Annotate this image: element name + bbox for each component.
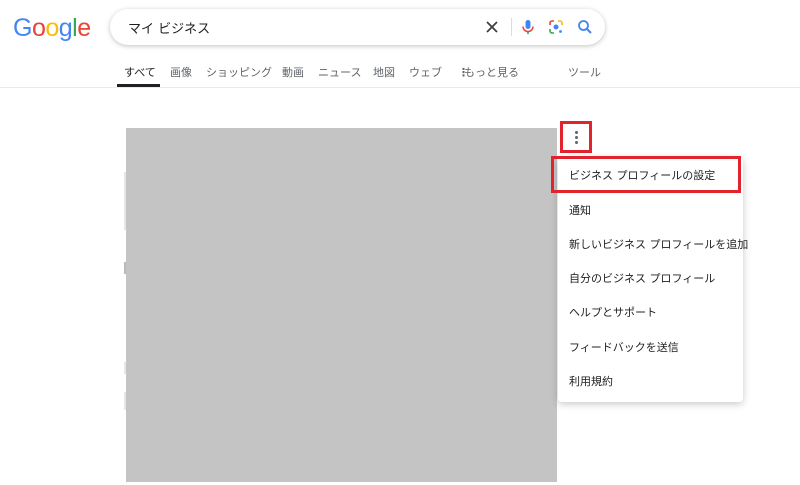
redacted-business-panel: [126, 128, 557, 482]
menu-item-terms[interactable]: 利用規約: [558, 364, 743, 398]
menu-item-help-support[interactable]: ヘルプとサポート: [558, 295, 743, 329]
search-input[interactable]: マイ ビジネス: [128, 18, 210, 37]
logo-letter: g: [58, 14, 73, 42]
menu-item-add-new-profile[interactable]: 新しいビジネス プロフィールを追加: [558, 227, 748, 261]
google-logo[interactable]: Google: [13, 14, 91, 43]
tab-maps[interactable]: 地図: [373, 64, 395, 80]
more-vert-icon-dot: [574, 130, 578, 134]
more-vert-icon-dot: [574, 135, 578, 139]
logo-letter: G: [13, 14, 32, 42]
microphone-icon[interactable]: [518, 17, 538, 37]
menu-item-send-feedback[interactable]: フィードバックを送信: [558, 330, 743, 364]
menu-item-profile-settings[interactable]: ビジネス プロフィールの設定: [558, 158, 743, 192]
logo-letter: e: [77, 14, 91, 42]
more-vert-icon-dot: [574, 140, 578, 144]
tab-shopping[interactable]: ショッピング: [206, 64, 272, 80]
tab-images[interactable]: 画像: [170, 64, 192, 80]
tab-web[interactable]: ウェブ: [409, 64, 442, 80]
tab-tools[interactable]: ツール: [568, 64, 601, 80]
tab-all[interactable]: すべて: [124, 64, 156, 80]
business-options-menu: ビジネス プロフィールの設定 通知 新しいビジネス プロフィールを追加 自分のビ…: [558, 157, 748, 402]
tab-more-label: もっと見る: [464, 66, 519, 79]
header-divider: [0, 87, 800, 88]
logo-letter: o: [31, 14, 46, 42]
tab-videos[interactable]: 動画: [282, 64, 304, 80]
menu-item-my-profile[interactable]: 自分のビジネス プロフィール: [558, 261, 743, 295]
search-divider: [511, 18, 512, 36]
google-lens-icon[interactable]: [546, 17, 566, 37]
search-box[interactable]: マイ ビジネス: [110, 9, 605, 45]
search-icon[interactable]: [575, 17, 595, 37]
menu-item-notifications[interactable]: 通知: [558, 193, 743, 227]
tab-news[interactable]: ニュース: [318, 64, 361, 80]
close-icon[interactable]: [482, 17, 502, 37]
more-options-button[interactable]: [560, 121, 592, 153]
tab-more[interactable]: ⋮もっと見る: [458, 64, 519, 80]
logo-letter: o: [45, 14, 59, 42]
